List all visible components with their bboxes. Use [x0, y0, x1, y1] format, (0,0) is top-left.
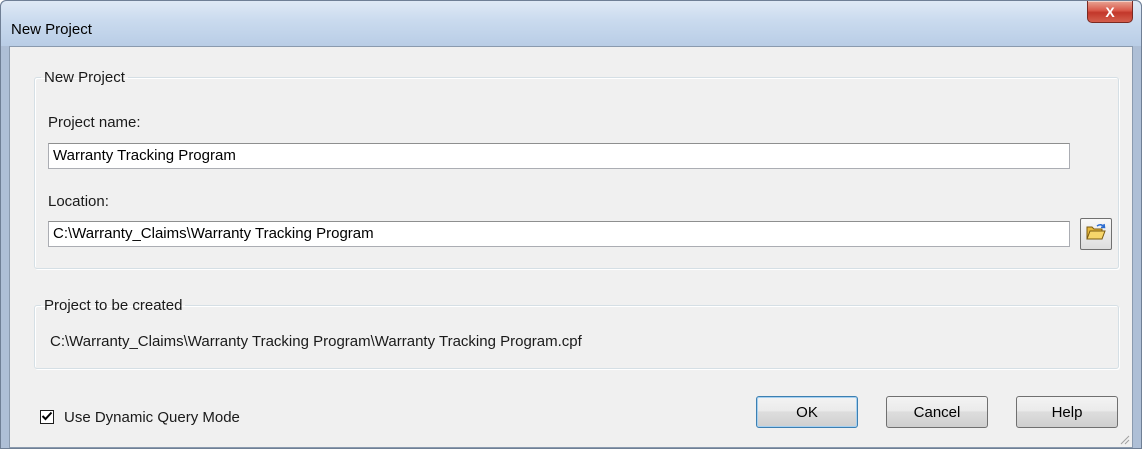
project-name-input[interactable]: Warranty Tracking Program: [48, 143, 1070, 169]
resize-grip-icon[interactable]: [1118, 433, 1130, 445]
location-input[interactable]: C:\Warranty_Claims\Warranty Tracking Pro…: [48, 221, 1070, 247]
dynamic-query-checkbox[interactable]: [40, 410, 54, 424]
close-icon: X: [1105, 3, 1115, 20]
dynamic-query-label[interactable]: Use Dynamic Query Mode: [64, 409, 240, 426]
help-button[interactable]: Help: [1016, 396, 1118, 428]
location-label: Location:: [48, 193, 109, 210]
created-project-path: C:\Warranty_Claims\Warranty Tracking Pro…: [50, 333, 582, 350]
browse-location-button[interactable]: [1080, 218, 1112, 250]
checkmark-icon: [41, 409, 53, 426]
ok-button[interactable]: OK: [756, 396, 858, 428]
title-bar[interactable]: New Project X: [1, 1, 1141, 46]
new-project-dialog: New Project X New Project Project name: …: [0, 0, 1142, 449]
project-to-be-created-legend: Project to be created: [44, 297, 183, 314]
project-name-label: Project name:: [48, 114, 141, 131]
window-title: New Project: [11, 21, 92, 38]
folder-open-icon: [1085, 222, 1107, 246]
cancel-button[interactable]: Cancel: [886, 396, 988, 428]
new-project-legend: New Project: [44, 69, 125, 86]
close-button[interactable]: X: [1087, 1, 1133, 23]
dialog-body: New Project Project name: Warranty Track…: [9, 46, 1133, 448]
